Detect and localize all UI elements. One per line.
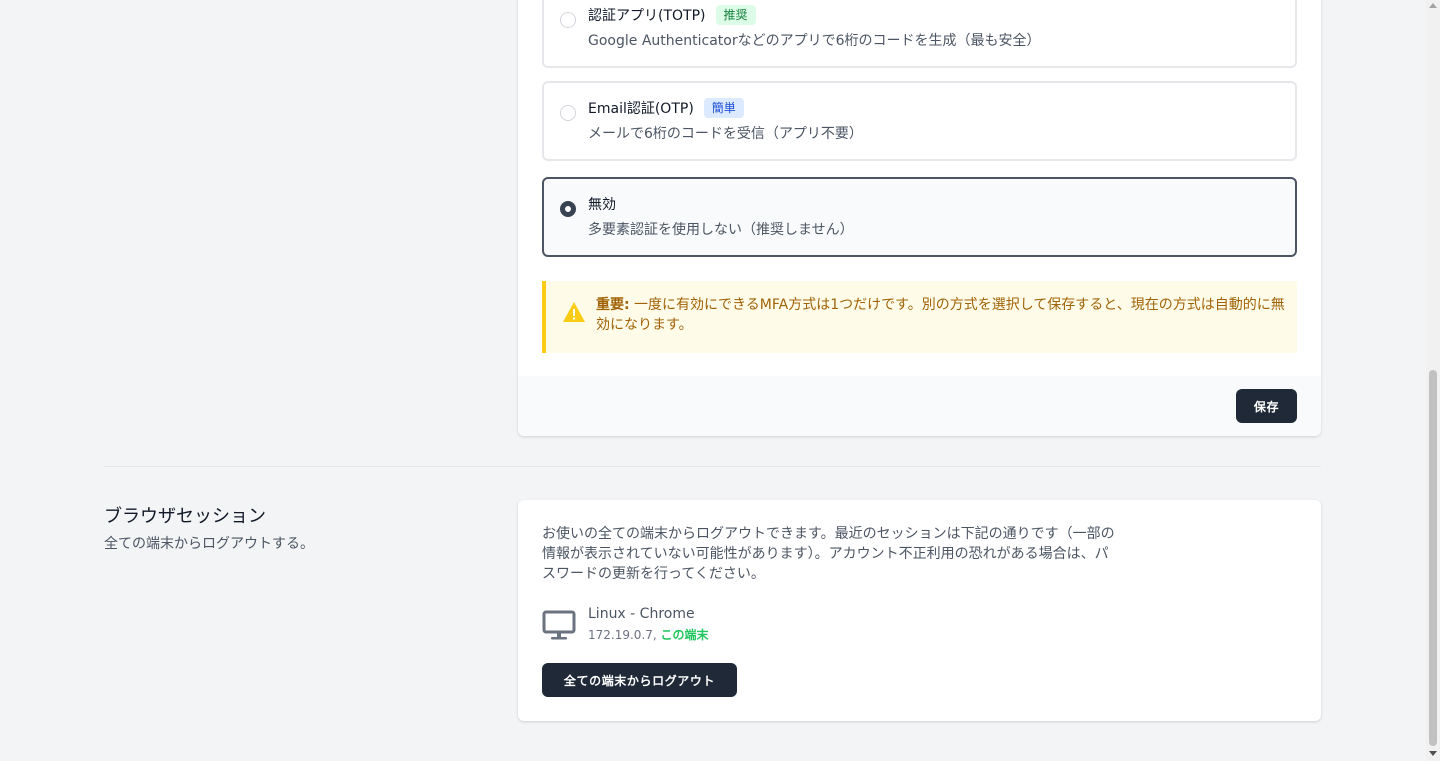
warning-label: 重要: [596, 297, 630, 313]
sessions-intro-text: お使いの全ての端末からログアウトできます。最近のセッションは下記の通りです（一部… [542, 526, 1115, 582]
browser-sessions-title: ブラウザセッション [104, 506, 266, 527]
mfa-option-disabled-title: 無効 [588, 194, 616, 214]
mfa-card-footer: 保存 [518, 376, 1321, 436]
mfa-option-disabled-desc: 多要素認証を使用しない（推奨しません） [588, 222, 854, 238]
radio-disabled[interactable] [560, 201, 576, 217]
radio-totp[interactable] [560, 12, 576, 28]
current-device-label: この端末 [660, 628, 709, 642]
recommended-badge: 推奨 [715, 5, 756, 25]
mfa-option-disabled[interactable]: 無効 多要素認証を使用しない（推奨しません） [542, 177, 1297, 257]
mfa-option-email-desc: メールで6桁のコードを受信（アプリ不要） [588, 126, 863, 142]
mfa-option-disabled-label: 無効 [588, 197, 616, 213]
radio-email[interactable] [560, 105, 576, 121]
desktop-monitor-icon [542, 610, 576, 640]
save-button[interactable]: 保存 [1236, 389, 1297, 423]
mfa-option-totp[interactable]: 認証アプリ(TOTP) 推奨 Google Authenticatorなどのアプ… [542, 0, 1297, 68]
warning-text: 一度に有効にできるMFA方式は1つだけです。別の方式を選択して保存すると、現在の… [596, 297, 1285, 333]
mfa-option-email[interactable]: Email認証(OTP) 簡単 メールで6桁のコードを受信（アプリ不要） [542, 81, 1297, 161]
mfa-option-email-title: Email認証(OTP) 簡単 [588, 98, 744, 118]
device-name: Linux - Chrome [588, 606, 695, 622]
mfa-option-totp-title: 認証アプリ(TOTP) 推奨 [588, 5, 756, 25]
mfa-option-totp-label: 認証アプリ(TOTP) [588, 8, 706, 24]
vertical-scrollbar[interactable] [1426, 0, 1440, 761]
easy-badge: 簡単 [703, 98, 744, 118]
warning-icon [563, 302, 585, 322]
mfa-settings-card: 認証アプリ(TOTP) 推奨 Google Authenticatorなどのアプ… [518, 0, 1321, 436]
profile-page: 認証アプリ(TOTP) 推奨 Google Authenticatorなどのアプ… [0, 0, 1426, 761]
browser-sessions-card: お使いの全ての端末からログアウトできます。最近のセッションは下記の通りです（一部… [518, 500, 1321, 721]
section-divider [104, 466, 1321, 467]
scroll-up-arrow-icon[interactable] [1429, 3, 1437, 8]
mfa-option-totp-desc: Google Authenticatorなどのアプリで6桁のコードを生成（最も安… [588, 33, 1041, 49]
scrollbar-thumb[interactable] [1429, 370, 1437, 746]
device-ip: 172.19.0.7, [588, 628, 657, 642]
scroll-down-arrow-icon[interactable] [1429, 751, 1437, 756]
mfa-warning-alert: 重要: 一度に有効にできるMFA方式は1つだけです。別の方式を選択して保存すると… [542, 281, 1297, 353]
mfa-option-email-label: Email認証(OTP) [588, 101, 694, 117]
device-meta: 172.19.0.7, この端末 [588, 626, 709, 643]
warning-message: 重要: 一度に有効にできるMFA方式は1つだけです。別の方式を選択して保存すると… [596, 295, 1286, 335]
logout-all-devices-button[interactable]: 全ての端末からログアウト [542, 663, 737, 697]
browser-sessions-description: 全ての端末からログアウトする。 [104, 536, 314, 552]
